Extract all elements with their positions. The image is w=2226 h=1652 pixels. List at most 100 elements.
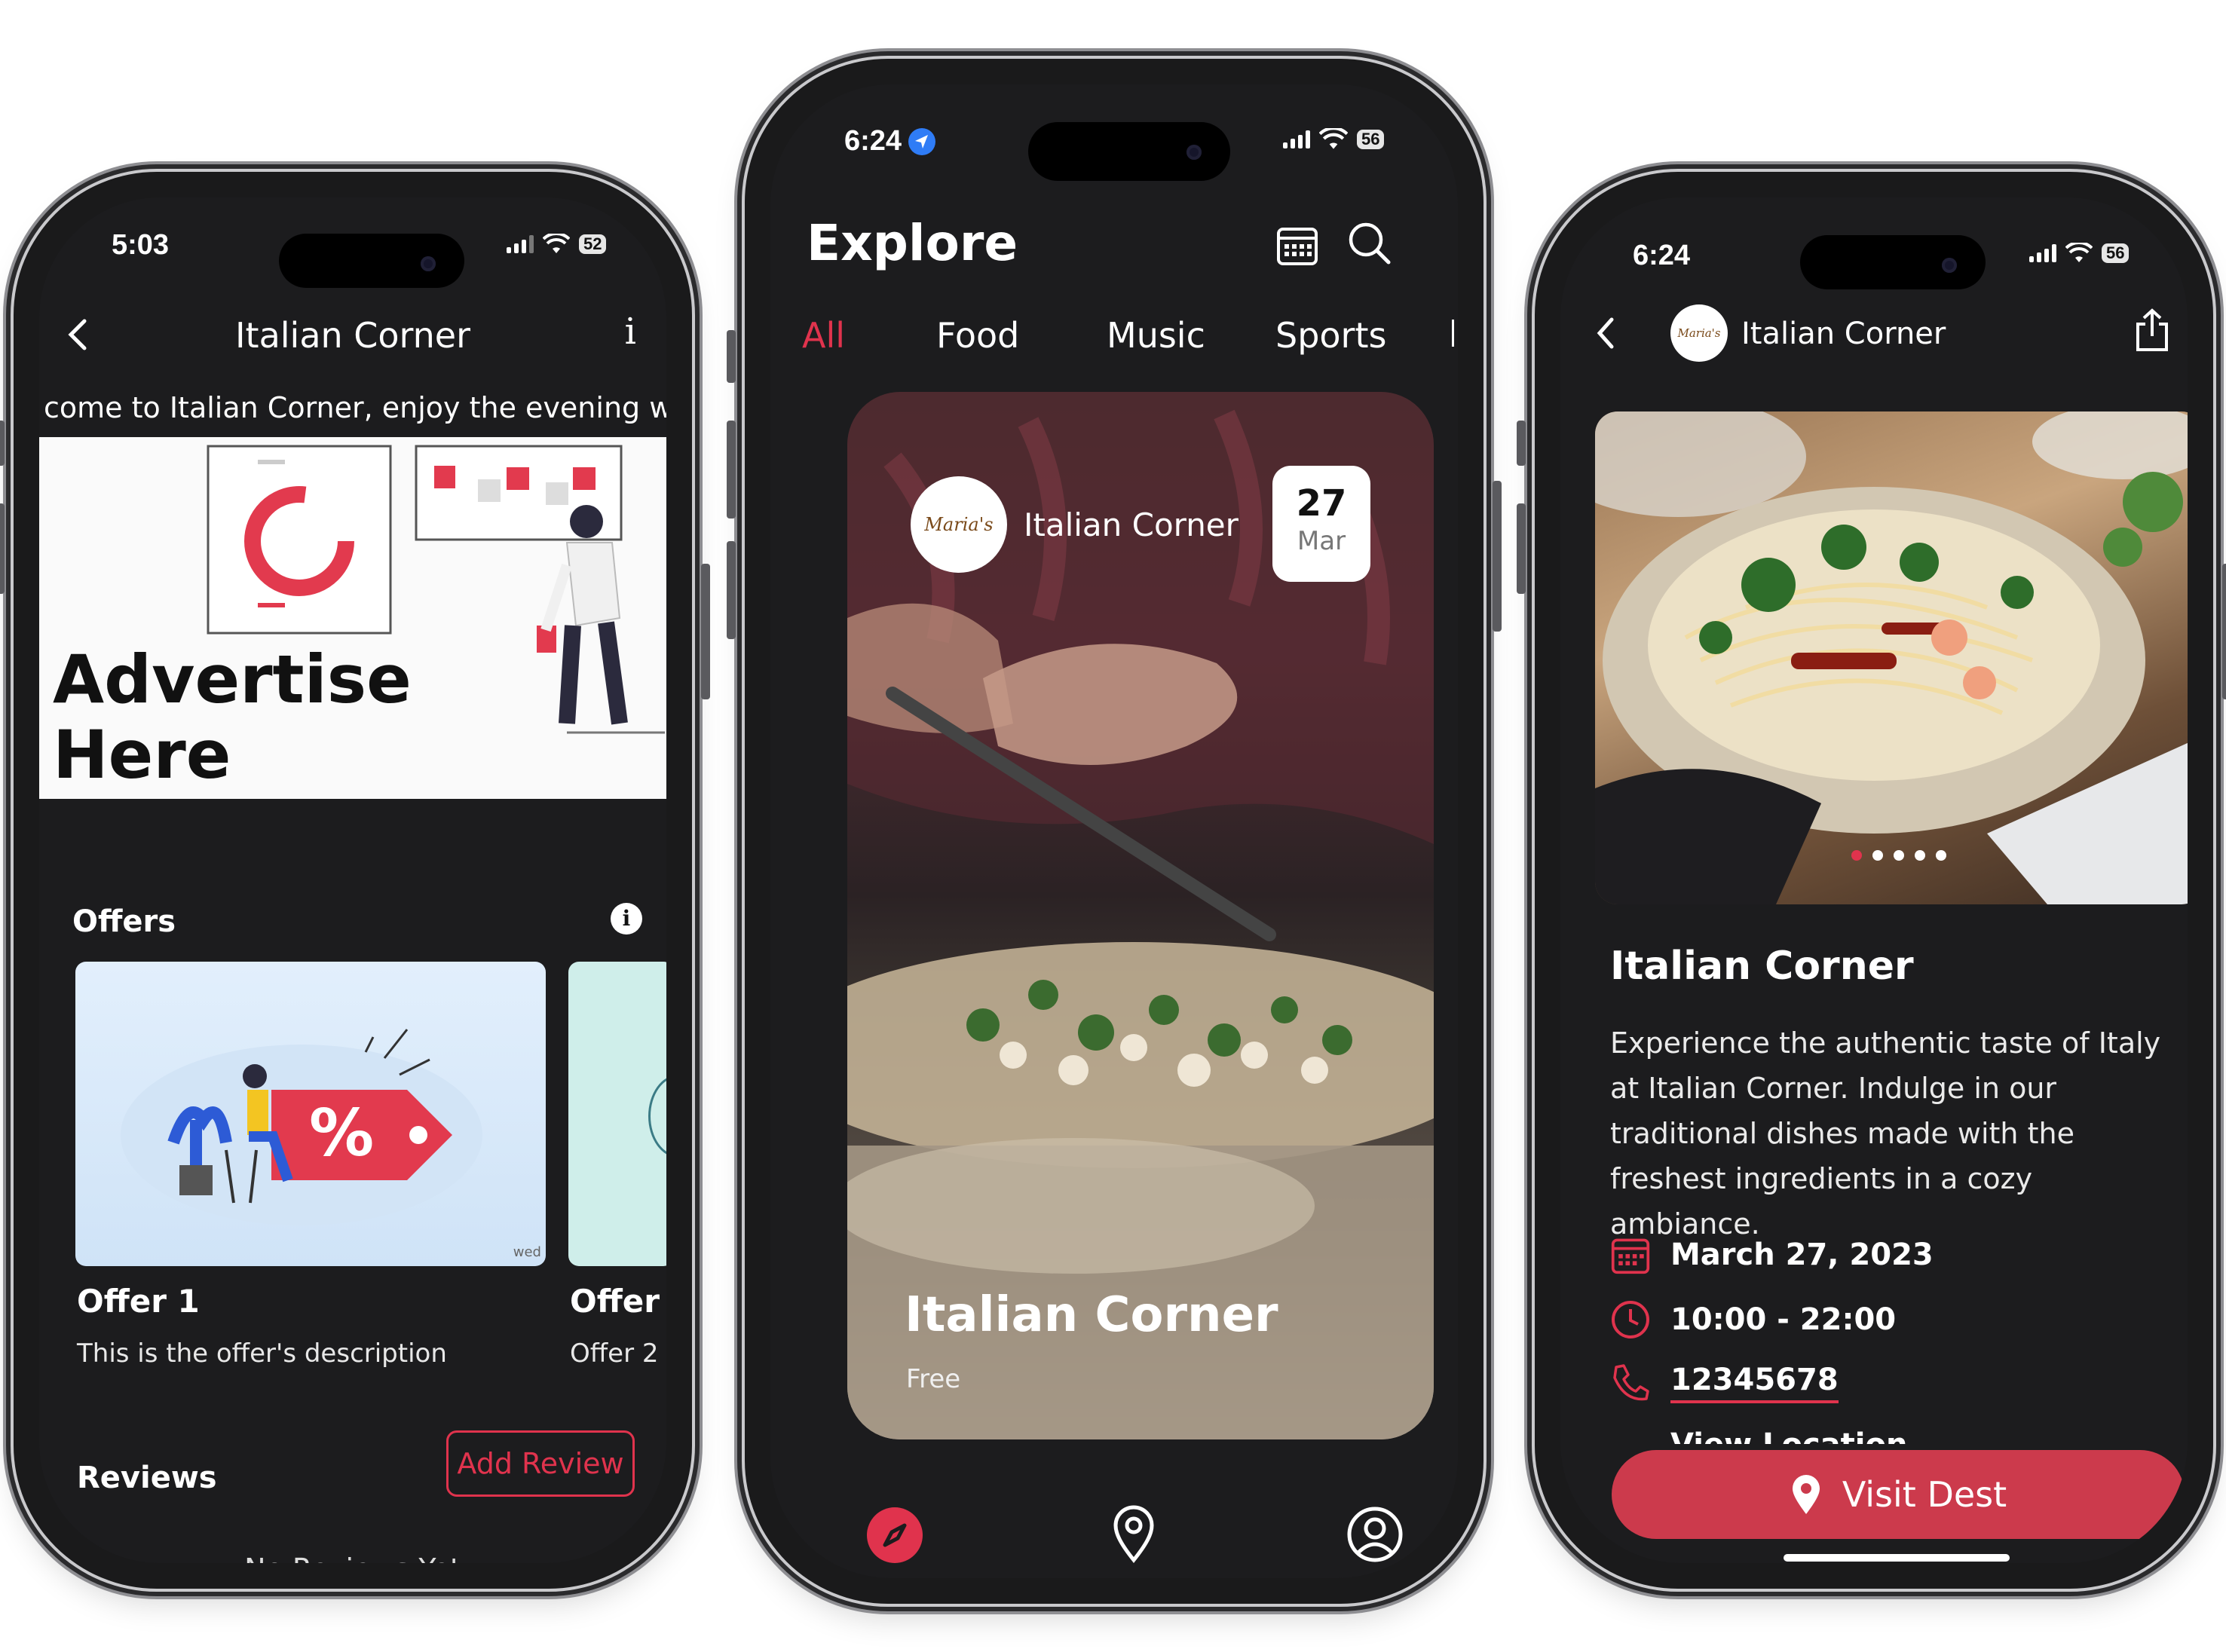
offer-badge: % (309, 1096, 375, 1171)
reviews-label: Reviews (77, 1461, 217, 1495)
date-month: Mar (1297, 526, 1346, 556)
status-icons: 56 (2029, 243, 2130, 264)
ad-title-line1: Advertise (53, 641, 412, 718)
tab-overflow-divider (1452, 320, 1454, 347)
phone-icon (1613, 1364, 1649, 1401)
venue-title: Italian Corner (1610, 944, 1914, 989)
dynamic-island (1800, 235, 1986, 289)
screen: 6:24 56 Explore All Food Music Sports Ma… (770, 84, 1458, 1578)
no-reviews-text: No Reviews Yet (39, 1553, 666, 1563)
signal-icon (1283, 130, 1310, 148)
offer-2-description: Offer 2 de (570, 1338, 666, 1369)
compass-icon[interactable] (867, 1507, 923, 1563)
phone-row[interactable]: 12345678 (1610, 1363, 1839, 1403)
map-pin-icon[interactable] (1111, 1503, 1156, 1563)
visit-button-label: Visit Dest (1842, 1474, 2007, 1515)
calendar-icon[interactable] (1275, 223, 1319, 267)
venue-description: Experience the authentic taste of Italy … (1610, 1026, 2161, 1241)
event-price: Free (906, 1364, 961, 1394)
offers-info-icon[interactable]: i (611, 903, 642, 935)
category-tabs: All Food Music Sports (770, 315, 1458, 368)
info-icon[interactable]: i (625, 311, 636, 353)
top-nav: Italian Corner i (39, 288, 666, 378)
calendar-icon (1611, 1238, 1650, 1274)
visit-destination-button[interactable]: Visit Dest (1612, 1450, 2185, 1539)
offer-card-1[interactable]: % wed (75, 962, 546, 1266)
header-venue-name: Italian Corner (1741, 317, 1946, 351)
side-button (0, 503, 5, 594)
wifi-icon (1319, 128, 1348, 149)
status-icons: 56 (1283, 128, 1385, 151)
location-link-partial: View Location (1610, 1427, 1912, 1444)
ad-title-line2: Here (53, 716, 231, 794)
battery-indicator: 52 (579, 234, 607, 254)
status-time-text: 6:24 (844, 125, 902, 157)
page-title: Italian Corner (234, 315, 471, 356)
event-title: Italian Corner (905, 1287, 1278, 1343)
side-button (1493, 481, 1502, 632)
tab-sports[interactable]: Sports (1275, 315, 1386, 356)
side-button (727, 421, 736, 519)
venue-logo: Maria's (1670, 304, 1728, 362)
location-arrow-icon (908, 127, 936, 155)
search-icon[interactable] (1346, 220, 1392, 265)
venue-logo: Maria's (911, 476, 1007, 573)
event-date: March 27, 2023 (1670, 1237, 1934, 1272)
status-time: 6:24 (844, 125, 936, 158)
wifi-icon (543, 234, 570, 253)
date-day: 27 (1296, 482, 1347, 525)
bottom-nav (770, 1503, 1458, 1571)
event-card[interactable]: Maria's Italian Corner 27 Mar Italian Co… (847, 392, 1434, 1439)
screen: 6:24 56 Maria's Italian Corner Italian C… (1560, 197, 2188, 1563)
offer-1-description: This is the offer's description (77, 1338, 447, 1369)
dynamic-island (1028, 122, 1230, 181)
wifi-icon (2065, 243, 2093, 262)
dish-photo (1595, 411, 2188, 904)
battery-indicator: 56 (2102, 243, 2130, 263)
side-button (2222, 564, 2226, 699)
offer-1-title: Offer 1 (77, 1283, 200, 1320)
opening-hours: 10:00 - 22:00 (1670, 1302, 1897, 1337)
clock-icon (1612, 1301, 1649, 1338)
signal-icon (2029, 244, 2056, 262)
offer-card-2-decoration (648, 1075, 666, 1158)
date-row: March 27, 2023 (1610, 1234, 1934, 1275)
phone-offers: 5:03 52 Italian Corner i come to Italian… (0, 172, 710, 1589)
status-time: 5:03 (112, 229, 170, 261)
side-button (727, 330, 736, 383)
chevron-left-icon[interactable] (1594, 317, 1618, 350)
add-review-button[interactable]: Add Review (446, 1430, 635, 1497)
side-button (0, 421, 5, 466)
profile-icon[interactable] (1346, 1506, 1404, 1563)
stage: 5:03 52 Italian Corner i come to Italian… (0, 0, 2226, 1652)
status-icons: 52 (507, 234, 607, 255)
venue-logo-text: Maria's (1677, 326, 1721, 340)
phone-venue-detail: 6:24 56 Maria's Italian Corner Italian C… (1517, 172, 2226, 1589)
signal-icon (507, 235, 534, 253)
side-button (701, 564, 710, 699)
battery-indicator: 56 (1357, 130, 1385, 149)
page-title: Explore (807, 214, 1018, 272)
announcement-marquee: come to Italian Corner, enjoy the evenin… (39, 378, 666, 437)
tab-music[interactable]: Music (1107, 315, 1205, 356)
phone-explore: 6:24 56 Explore All Food Music Sports Ma… (727, 59, 1502, 1604)
gallery-pagination (1851, 850, 1946, 861)
venue-chip[interactable]: Maria's Italian Corner (911, 476, 1239, 573)
advertise-banner[interactable]: Advertise Here (39, 437, 666, 799)
phone-number[interactable]: 12345678 (1670, 1363, 1839, 1403)
home-indicator (1784, 1554, 2010, 1562)
screen: 5:03 52 Italian Corner i come to Italian… (39, 197, 666, 1563)
tab-food[interactable]: Food (936, 315, 1019, 356)
tab-all[interactable]: All (802, 315, 845, 356)
side-button (1517, 503, 1526, 594)
location-row-partial: View Location (1610, 1427, 1912, 1444)
share-icon[interactable] (2133, 307, 2171, 353)
venue-name: Italian Corner (1024, 506, 1239, 543)
venue-logo-text: Maria's (924, 514, 994, 535)
offer-card-2[interactable] (568, 962, 666, 1266)
offers-label: Offers (72, 904, 176, 939)
side-button (727, 541, 736, 639)
image-gallery[interactable] (1595, 411, 2188, 904)
ad-title: Advertise Here (53, 642, 412, 793)
status-time: 6:24 (1633, 240, 1691, 271)
